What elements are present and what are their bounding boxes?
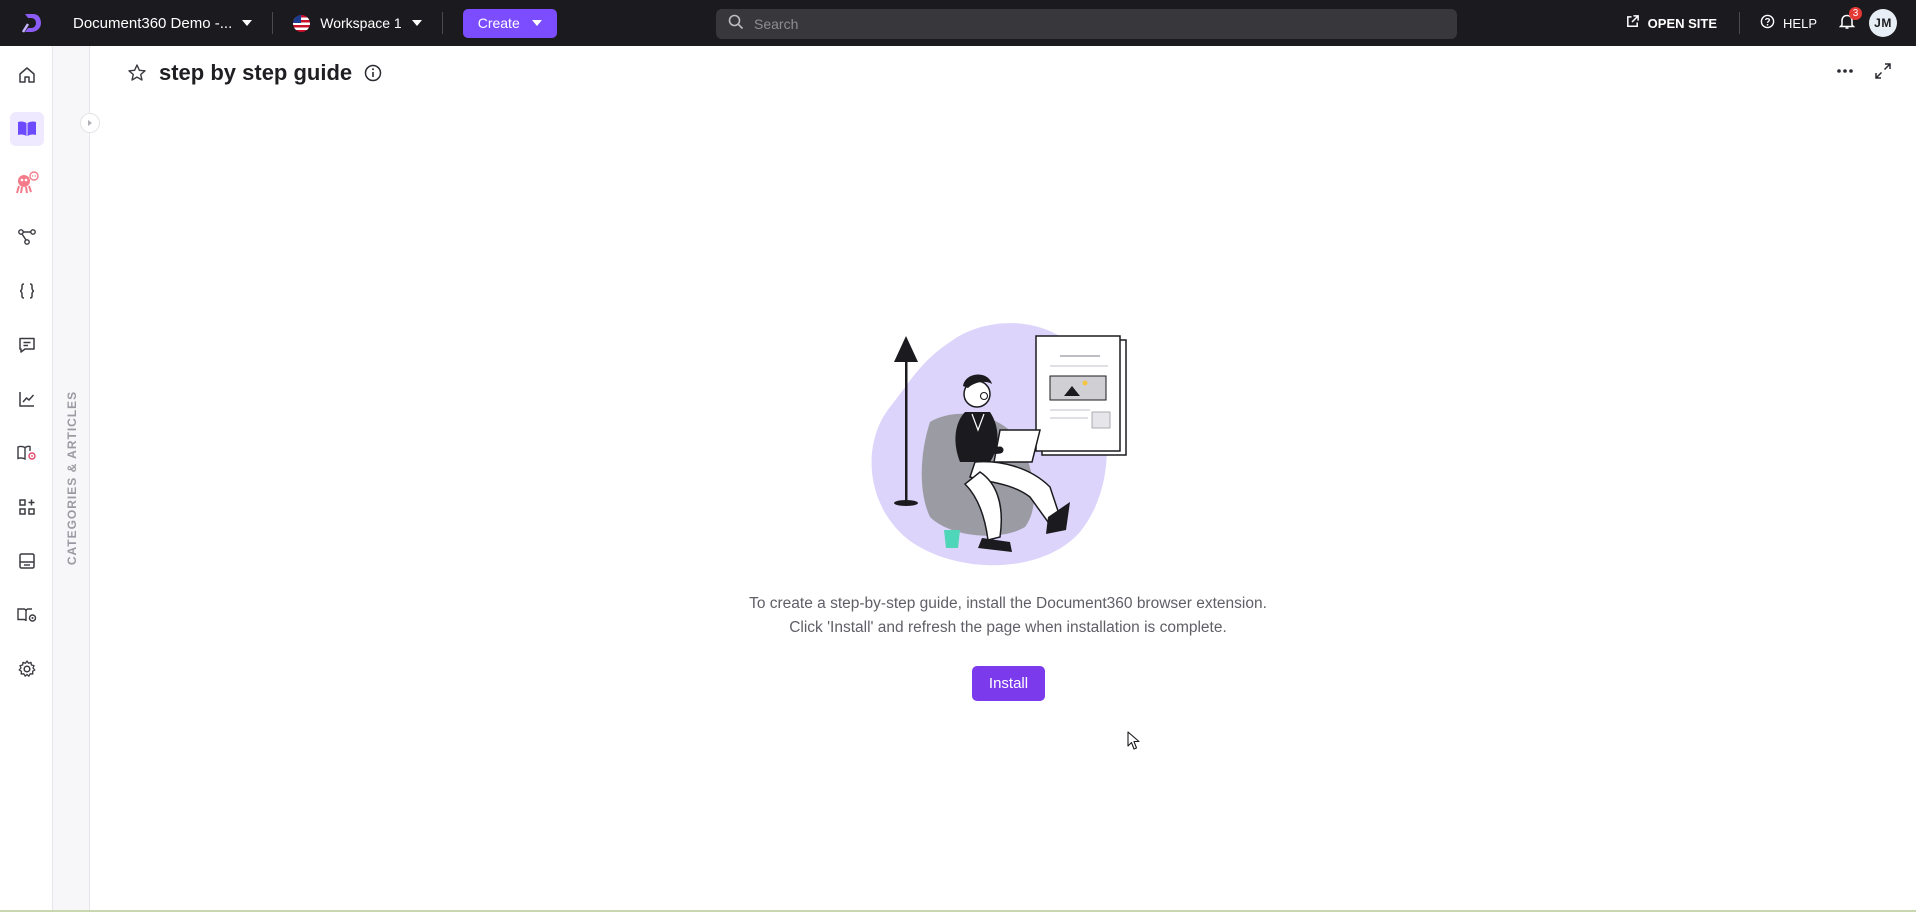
message-line-2: Click 'Install' and refresh the page whe…: [789, 619, 1227, 636]
notifications-button[interactable]: 3: [1838, 6, 1862, 34]
create-button[interactable]: Create: [462, 8, 557, 38]
page-title: step by step guide: [159, 60, 353, 85]
help-link[interactable]: HELP: [1760, 14, 1817, 32]
nav-api-documentation[interactable]: [10, 274, 44, 308]
search-icon: [728, 14, 744, 34]
project-selector[interactable]: Document360 Demo -...: [73, 14, 253, 32]
browser-extension-illustration: [860, 312, 1160, 597]
gear-icon: [18, 660, 36, 677]
divider: [441, 12, 443, 34]
workspace-selector[interactable]: Workspace 1: [293, 14, 422, 32]
page-actions: [1836, 62, 1892, 80]
workflow-icon: [18, 229, 36, 245]
left-navigation: [0, 46, 53, 912]
info-icon[interactable]: [364, 64, 382, 82]
top-right-actions: OPEN SITE HELP 3 JM: [1625, 0, 1916, 46]
nav-widgets[interactable]: [10, 544, 44, 578]
open-site-link[interactable]: OPEN SITE: [1625, 14, 1717, 32]
divider: [1739, 12, 1741, 34]
extension-message: To create a step-by-step guide, install …: [600, 592, 1416, 640]
categories-articles-label: CATEGORIES & ARTICLES: [65, 390, 79, 566]
expand-icon[interactable]: [1874, 62, 1892, 80]
nav-localization[interactable]: [10, 436, 44, 470]
open-site-label: OPEN SITE: [1647, 15, 1718, 31]
nav-workflow[interactable]: [10, 220, 44, 254]
help-circle-icon: [1760, 14, 1775, 32]
page-header: step by step guide: [127, 60, 382, 86]
curly-braces-icon: [19, 283, 35, 299]
chevron-down-icon: [411, 20, 422, 26]
top-bar: Document360 Demo -... Workspace 1 Create…: [0, 0, 1916, 46]
nav-documentation[interactable]: [10, 112, 44, 146]
expand-panel-button[interactable]: [80, 113, 100, 133]
nav-integrations[interactable]: [10, 490, 44, 524]
analytics-icon: [19, 392, 35, 407]
ai-assistant-icon: [16, 171, 39, 194]
us-flag-icon: [293, 14, 311, 32]
document360-logo[interactable]: [19, 10, 45, 36]
more-options-icon[interactable]: [1836, 68, 1854, 74]
home-icon: [19, 67, 35, 83]
message-icon: [19, 337, 35, 353]
widget-icon: [19, 553, 35, 569]
nav-analytics[interactable]: [10, 382, 44, 416]
chevron-right-icon: [88, 120, 92, 126]
chevron-down-icon: [531, 20, 542, 26]
search-bar[interactable]: [716, 9, 1457, 39]
message-line-1: To create a step-by-step guide, install …: [749, 595, 1267, 612]
workspace-name: Workspace 1: [320, 15, 402, 31]
avatar[interactable]: JM: [1869, 9, 1897, 37]
install-button[interactable]: Install: [972, 666, 1045, 701]
create-button-label: Create: [477, 15, 520, 31]
apps-icon: [19, 499, 35, 515]
nav-knowledge-base-settings[interactable]: [10, 598, 44, 632]
nav-feedback[interactable]: [10, 328, 44, 362]
star-icon[interactable]: [127, 63, 147, 83]
nav-ai-assistant[interactable]: [10, 166, 44, 200]
book-open-icon: [18, 121, 36, 136]
divider: [272, 12, 274, 34]
help-label: HELP: [1783, 15, 1817, 31]
nav-home[interactable]: [10, 58, 44, 92]
external-link-icon: [1625, 14, 1640, 32]
notification-badge: 3: [1849, 6, 1862, 20]
mouse-cursor-icon: [1127, 731, 1141, 756]
knowledge-base-settings-icon: [17, 608, 37, 622]
nav-settings[interactable]: [10, 652, 44, 686]
chevron-down-icon: [242, 20, 253, 26]
search-input[interactable]: [754, 16, 1434, 32]
project-name: Document360 Demo -...: [73, 14, 233, 32]
book-settings-icon: [17, 445, 36, 461]
